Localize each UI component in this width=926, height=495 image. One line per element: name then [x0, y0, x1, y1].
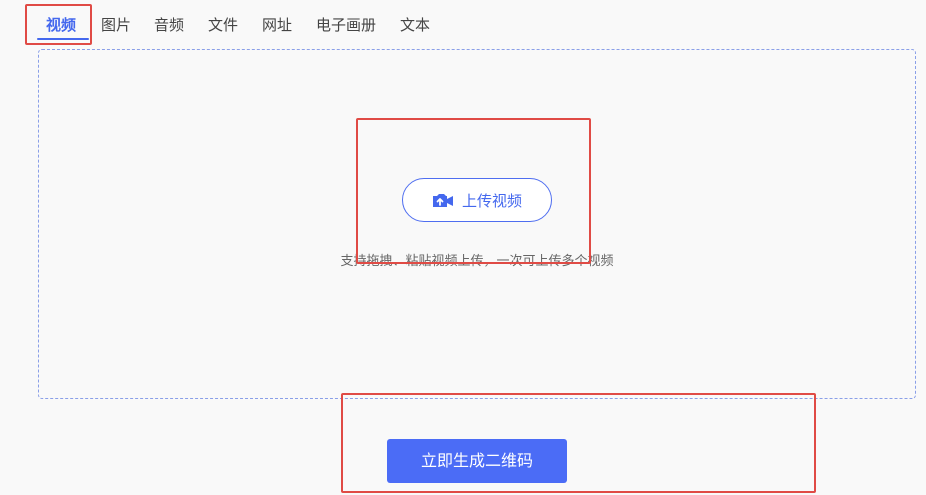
- upload-video-label: 上传视频: [461, 191, 522, 210]
- tab-audio[interactable]: 音频: [154, 14, 184, 36]
- tab-video[interactable]: 视频: [46, 14, 76, 36]
- active-tab-indicator: [37, 38, 89, 40]
- tab-bar: 视频 图片 音频 文件 网址 电子画册 文本: [0, 0, 926, 48]
- upload-dropzone[interactable]: [38, 49, 916, 399]
- upload-hint: 支持拖拽、粘贴视频上传，一次可上传多个视频: [340, 254, 614, 269]
- tab-url[interactable]: 网址: [262, 14, 292, 36]
- tab-ebook[interactable]: 电子画册: [316, 14, 376, 36]
- tab-file[interactable]: 文件: [208, 14, 238, 36]
- upload-video-icon: [432, 190, 454, 210]
- upload-video-button[interactable]: 上传视频: [402, 178, 552, 222]
- page: 视频 图片 音频 文件 网址 电子画册 文本 上传视频 支持拖拽、粘贴视频上传，…: [0, 0, 926, 495]
- generate-qrcode-button[interactable]: 立即生成二维码: [387, 439, 567, 483]
- tab-text[interactable]: 文本: [400, 14, 430, 36]
- tab-image[interactable]: 图片: [101, 14, 131, 36]
